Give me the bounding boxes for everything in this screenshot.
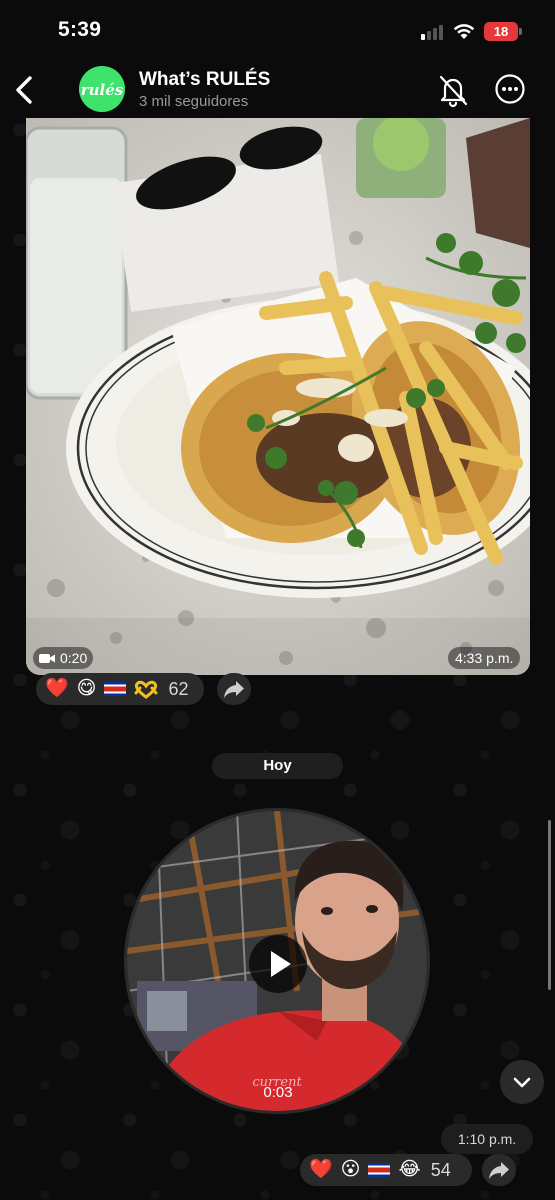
scroll-indicator[interactable] bbox=[548, 820, 551, 990]
message-time: 4:33 p.m. bbox=[448, 647, 521, 669]
reactions-bar[interactable]: ❤️ 😋 62 bbox=[36, 673, 204, 705]
play-button[interactable] bbox=[249, 935, 307, 993]
video-message-time: 1:10 p.m. bbox=[441, 1124, 533, 1154]
channel-header: rulés What’s RULÉS 3 mil seguidores bbox=[0, 60, 555, 118]
date-divider: Hoy bbox=[212, 753, 343, 779]
status-time: 5:39 bbox=[58, 18, 102, 41]
food-video-thumbnail[interactable] bbox=[26, 118, 530, 675]
back-button[interactable] bbox=[10, 70, 42, 110]
costa-rica-flag-icon[interactable] bbox=[104, 682, 127, 696]
video-camera-icon bbox=[39, 653, 55, 663]
video-duration-badge: 0:20 bbox=[33, 647, 94, 669]
wifi-icon bbox=[453, 24, 475, 39]
yum-face-reaction[interactable]: 😋 bbox=[77, 673, 97, 705]
astonished-face-reaction[interactable]: 😮 bbox=[341, 1154, 361, 1186]
scroll-down-button[interactable] bbox=[500, 1060, 544, 1104]
status-bar: 5:39 18 bbox=[0, 0, 555, 60]
battery-icon: 18 bbox=[484, 22, 522, 41]
heart-reaction[interactable]: ❤️ bbox=[309, 1154, 333, 1186]
rules-logo: rulés bbox=[79, 66, 125, 112]
reactions-bar[interactable]: ❤️ 😮 😂 54 bbox=[300, 1154, 472, 1186]
tears-of-joy-reaction[interactable]: 😂 bbox=[398, 1154, 420, 1186]
costa-rica-flag-icon[interactable] bbox=[368, 1163, 391, 1177]
channel-subscribers: 3 mil seguidores bbox=[139, 93, 249, 110]
bell-slash-icon[interactable] bbox=[436, 72, 470, 108]
reaction-count: 62 bbox=[168, 678, 189, 699]
tacos-photo bbox=[26, 118, 530, 675]
share-arrow-icon[interactable] bbox=[217, 673, 251, 705]
heart-reaction[interactable]: ❤️ bbox=[45, 673, 69, 705]
svg-text:rulés: rulés bbox=[81, 81, 124, 99]
video-duration-text: 0:20 bbox=[60, 650, 88, 666]
channel-title[interactable]: What’s RULÉS bbox=[139, 69, 270, 91]
reaction-count: 54 bbox=[430, 1159, 451, 1180]
cellular-signal-icon bbox=[421, 24, 447, 40]
heart-hands-icon[interactable] bbox=[134, 679, 158, 699]
ellipsis-circle-icon[interactable] bbox=[494, 73, 526, 105]
channel-avatar[interactable]: rulés bbox=[79, 66, 125, 112]
share-arrow-icon[interactable] bbox=[482, 1154, 516, 1186]
battery-level: 18 bbox=[493, 24, 509, 39]
round-video-duration: 0:03 bbox=[263, 1084, 293, 1101]
